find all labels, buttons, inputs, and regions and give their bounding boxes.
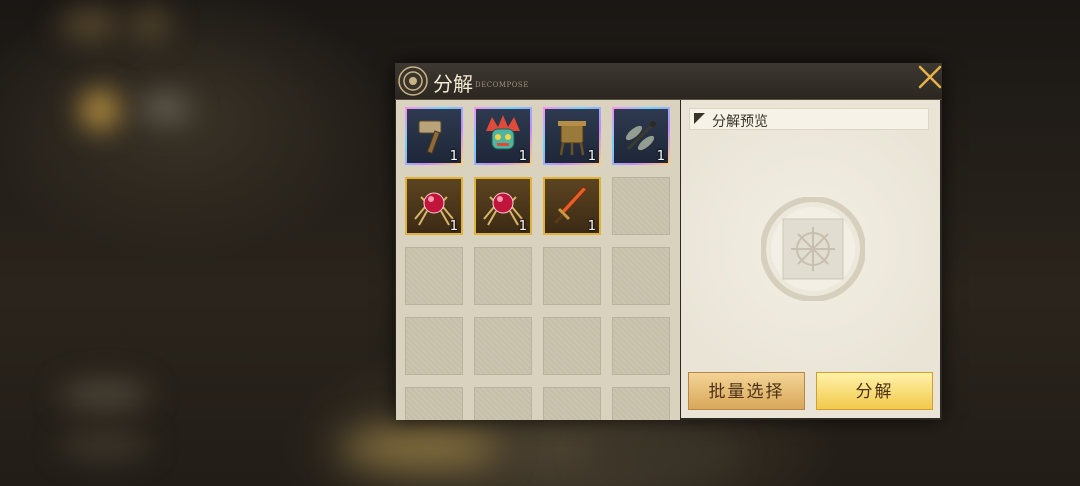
batch-select-button[interactable]: 批量选择 — [688, 372, 805, 410]
empty-slot[interactable] — [612, 387, 670, 420]
inventory-slot-7[interactable]: 1 — [543, 177, 601, 235]
empty-slot[interactable] — [612, 317, 670, 375]
empty-slot[interactable] — [612, 247, 670, 305]
background-shape — [130, 10, 170, 40]
empty-slot[interactable] — [543, 247, 601, 305]
decompose-button[interactable]: 分解 — [816, 372, 933, 410]
empty-slot[interactable] — [543, 387, 601, 420]
decompose-preview-panel: 分解预览 批量选择 分解 — [681, 100, 940, 418]
background-shape — [580, 440, 740, 470]
empty-slot[interactable] — [405, 387, 463, 420]
inventory-slot-4[interactable]: 1 — [612, 107, 670, 165]
empty-slot[interactable] — [474, 387, 532, 420]
item-quantity: 1 — [449, 149, 458, 164]
background-shape — [60, 380, 150, 410]
item-quantity: 1 — [656, 149, 665, 164]
empty-slot[interactable] — [474, 317, 532, 375]
inventory-slot-6[interactable]: 1 — [474, 177, 532, 235]
inventory-slot-2[interactable]: 1 — [474, 107, 532, 165]
preview-header: 分解预览 — [689, 108, 929, 130]
dialog-subtitle: DECOMPOSE — [475, 81, 529, 89]
empty-slot[interactable] — [612, 177, 670, 235]
inventory-slot-3[interactable]: 1 — [543, 107, 601, 165]
preview-label: 分解预览 — [712, 114, 768, 130]
item-quantity: 1 — [449, 219, 458, 234]
empty-slot[interactable] — [474, 247, 532, 305]
preview-slot — [761, 197, 865, 301]
item-quantity: 1 — [518, 219, 527, 234]
background-shape — [140, 95, 190, 120]
item-quantity: 1 — [587, 149, 596, 164]
empty-slot[interactable] — [405, 247, 463, 305]
close-icon[interactable] — [915, 63, 945, 93]
empty-slot[interactable] — [405, 317, 463, 375]
background-shape — [340, 428, 500, 468]
inventory-slot-5[interactable]: 1 — [405, 177, 463, 235]
corner-flag-icon — [694, 113, 705, 124]
background-shape — [60, 430, 150, 460]
item-quantity: 1 — [518, 149, 527, 164]
item-quantity: 1 — [587, 219, 596, 234]
dialog-title: 分解 — [433, 72, 473, 96]
dialog-header: 分解 DECOMPOSE — [395, 63, 942, 100]
inventory-slot-1[interactable]: 1 — [405, 107, 463, 165]
empty-slot[interactable] — [543, 317, 601, 375]
decompose-emblem-icon — [398, 66, 428, 96]
inventory-grid: 1 1 1 1 1 1 1 — [396, 100, 680, 420]
background-shape — [80, 90, 120, 130]
background-shape — [60, 10, 120, 40]
decompose-dialog: 分解 DECOMPOSE 1 1 1 1 1 1 1 分解预览 批量选择 分解 — [395, 63, 942, 420]
